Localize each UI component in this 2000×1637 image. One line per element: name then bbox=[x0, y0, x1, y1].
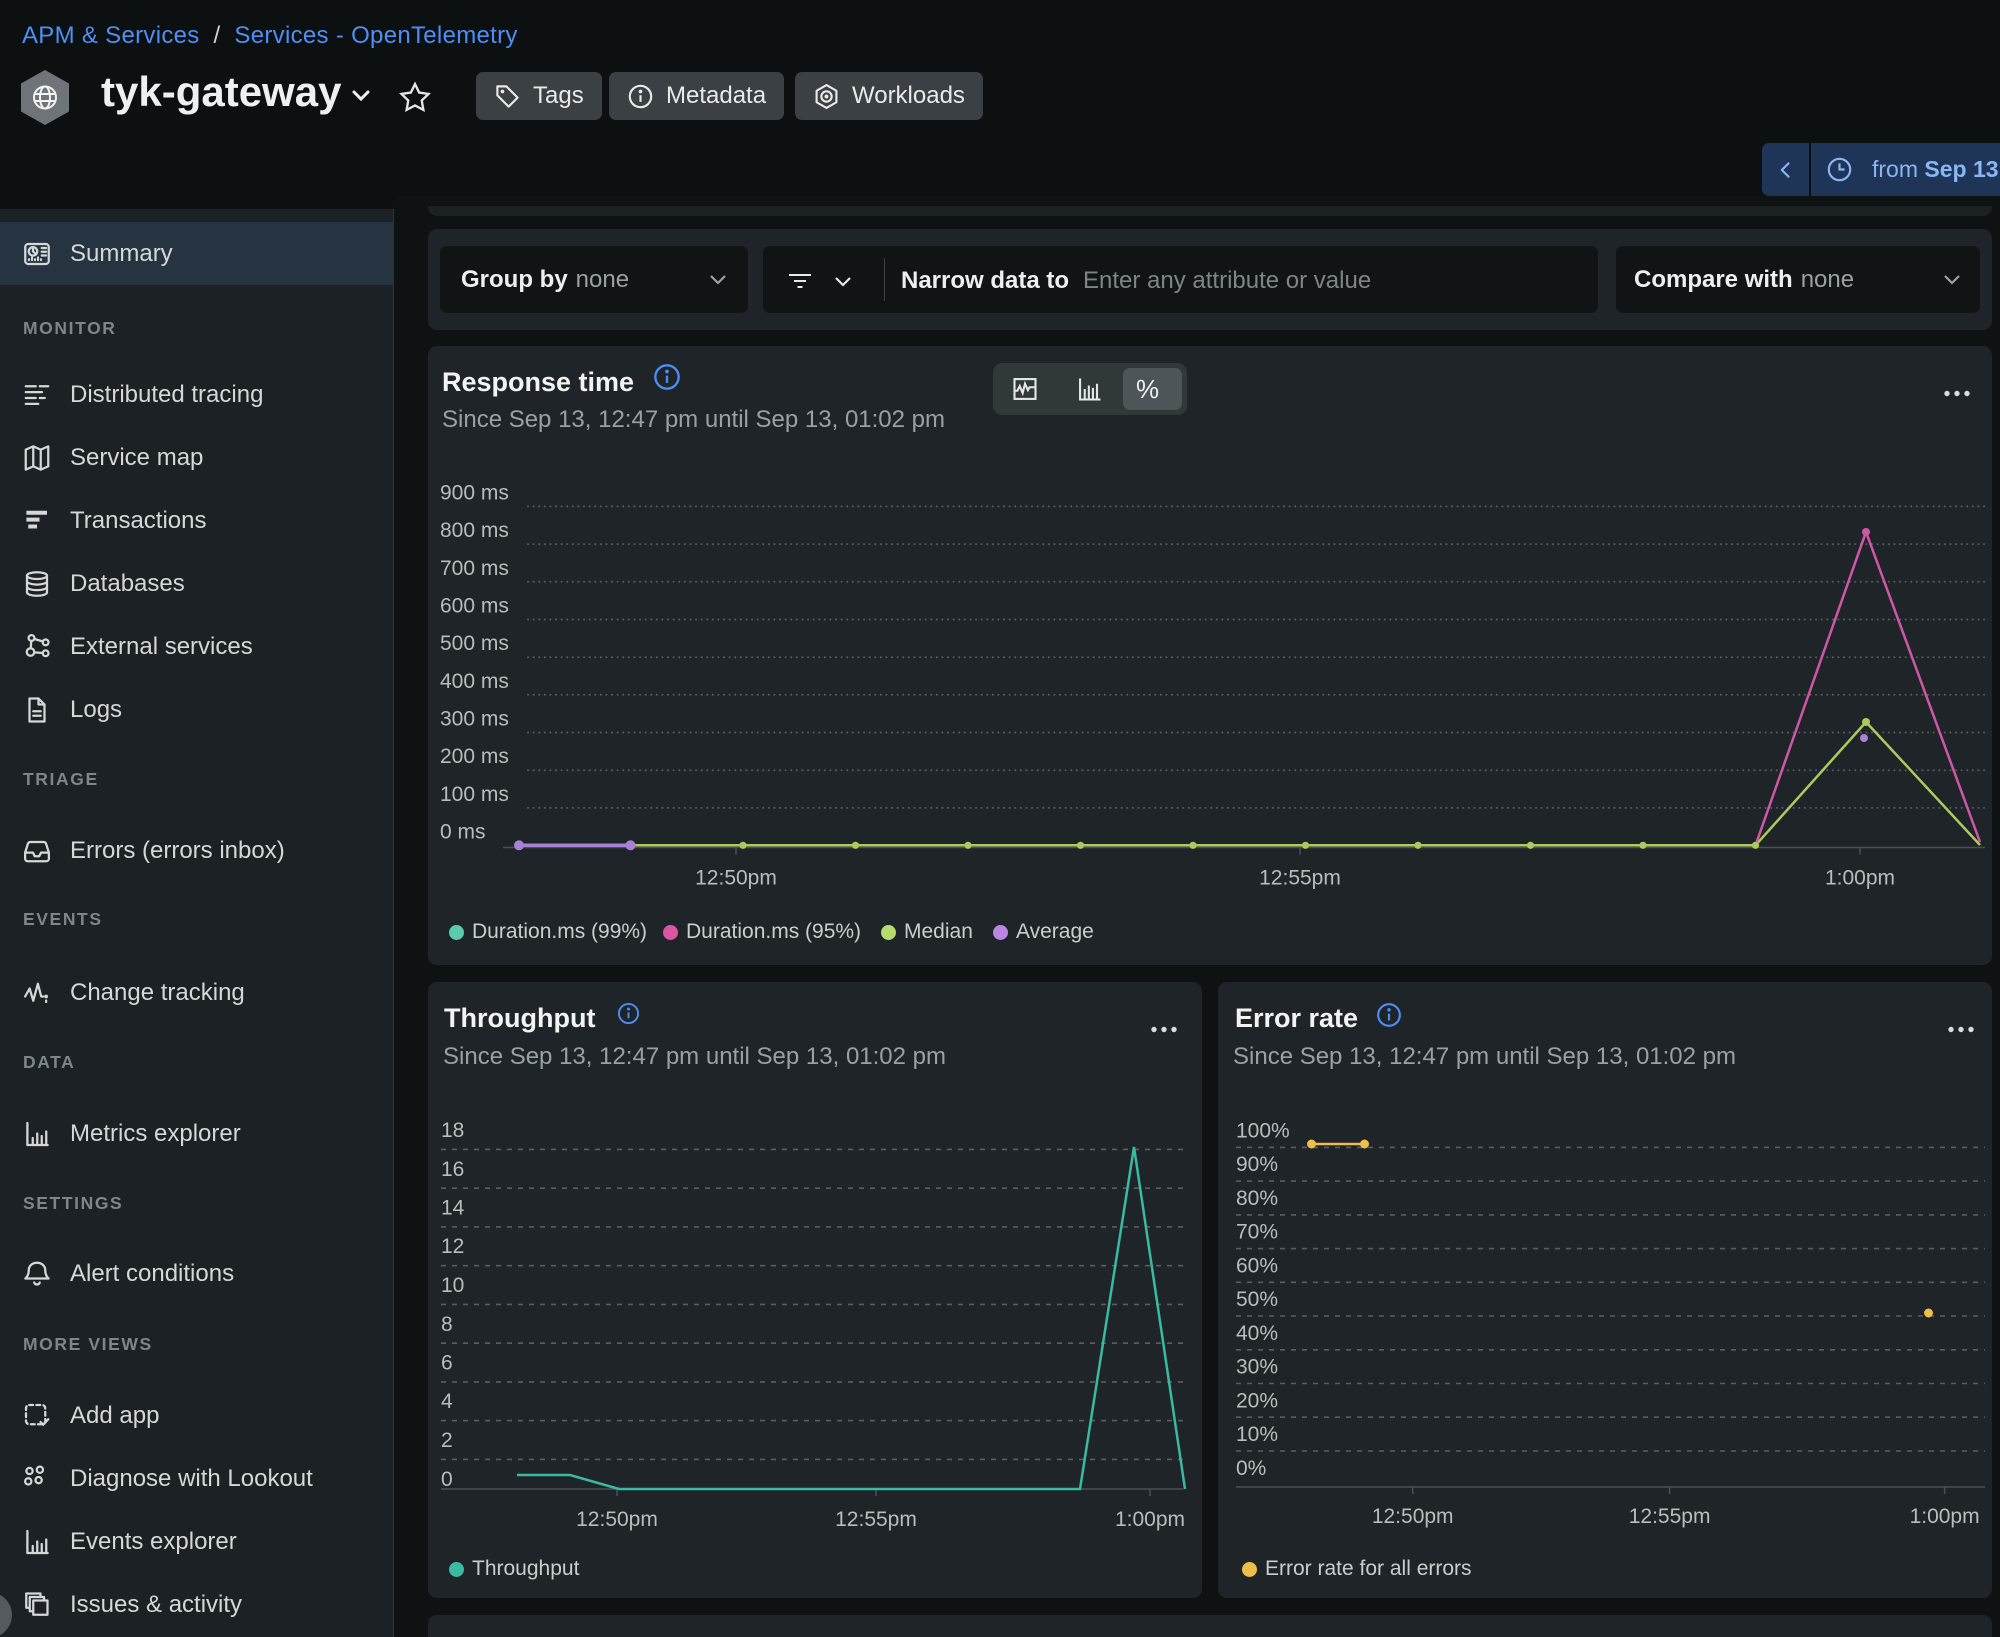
svg-text:40%: 40% bbox=[1236, 1322, 1278, 1345]
svg-text:20%: 20% bbox=[1236, 1389, 1278, 1412]
svg-text:1:00pm: 1:00pm bbox=[1115, 1508, 1185, 1531]
svg-text:12:50pm: 12:50pm bbox=[576, 1508, 658, 1531]
svg-text:300 ms: 300 ms bbox=[440, 708, 509, 731]
svg-text:90%: 90% bbox=[1236, 1153, 1278, 1176]
svg-text:2: 2 bbox=[441, 1429, 453, 1452]
svg-text:400 ms: 400 ms bbox=[440, 670, 509, 693]
svg-text:12: 12 bbox=[441, 1235, 464, 1258]
svg-text:800 ms: 800 ms bbox=[440, 519, 509, 542]
svg-text:4: 4 bbox=[441, 1390, 453, 1413]
svg-text:900 ms: 900 ms bbox=[440, 481, 509, 504]
svg-text:16: 16 bbox=[441, 1158, 464, 1181]
svg-text:6: 6 bbox=[441, 1352, 453, 1375]
svg-text:18: 18 bbox=[441, 1119, 464, 1142]
svg-text:10: 10 bbox=[441, 1274, 464, 1297]
svg-text:600 ms: 600 ms bbox=[440, 595, 509, 618]
svg-text:12:50pm: 12:50pm bbox=[695, 867, 777, 890]
svg-text:1:00pm: 1:00pm bbox=[1825, 867, 1895, 890]
svg-text:50%: 50% bbox=[1236, 1288, 1278, 1311]
svg-text:14: 14 bbox=[441, 1197, 465, 1220]
svg-text:1:00pm: 1:00pm bbox=[1910, 1505, 1980, 1528]
svg-text:700 ms: 700 ms bbox=[440, 557, 509, 580]
svg-text:12:55pm: 12:55pm bbox=[1629, 1505, 1711, 1528]
svg-text:8: 8 bbox=[441, 1313, 453, 1336]
svg-text:10%: 10% bbox=[1236, 1423, 1278, 1446]
svg-text:12:50pm: 12:50pm bbox=[1372, 1505, 1454, 1528]
svg-text:80%: 80% bbox=[1236, 1187, 1278, 1210]
svg-text:0%: 0% bbox=[1236, 1457, 1266, 1480]
svg-text:0: 0 bbox=[441, 1468, 453, 1491]
svg-text:100 ms: 100 ms bbox=[440, 783, 509, 806]
svg-text:70%: 70% bbox=[1236, 1221, 1278, 1244]
svg-text:60%: 60% bbox=[1236, 1254, 1278, 1277]
svg-text:12:55pm: 12:55pm bbox=[835, 1508, 917, 1531]
svg-text:500 ms: 500 ms bbox=[440, 632, 509, 655]
svg-text:30%: 30% bbox=[1236, 1356, 1278, 1379]
svg-text:100%: 100% bbox=[1236, 1120, 1290, 1143]
svg-text:12:55pm: 12:55pm bbox=[1259, 867, 1341, 890]
svg-text:0 ms: 0 ms bbox=[440, 821, 486, 844]
svg-text:200 ms: 200 ms bbox=[440, 745, 509, 768]
